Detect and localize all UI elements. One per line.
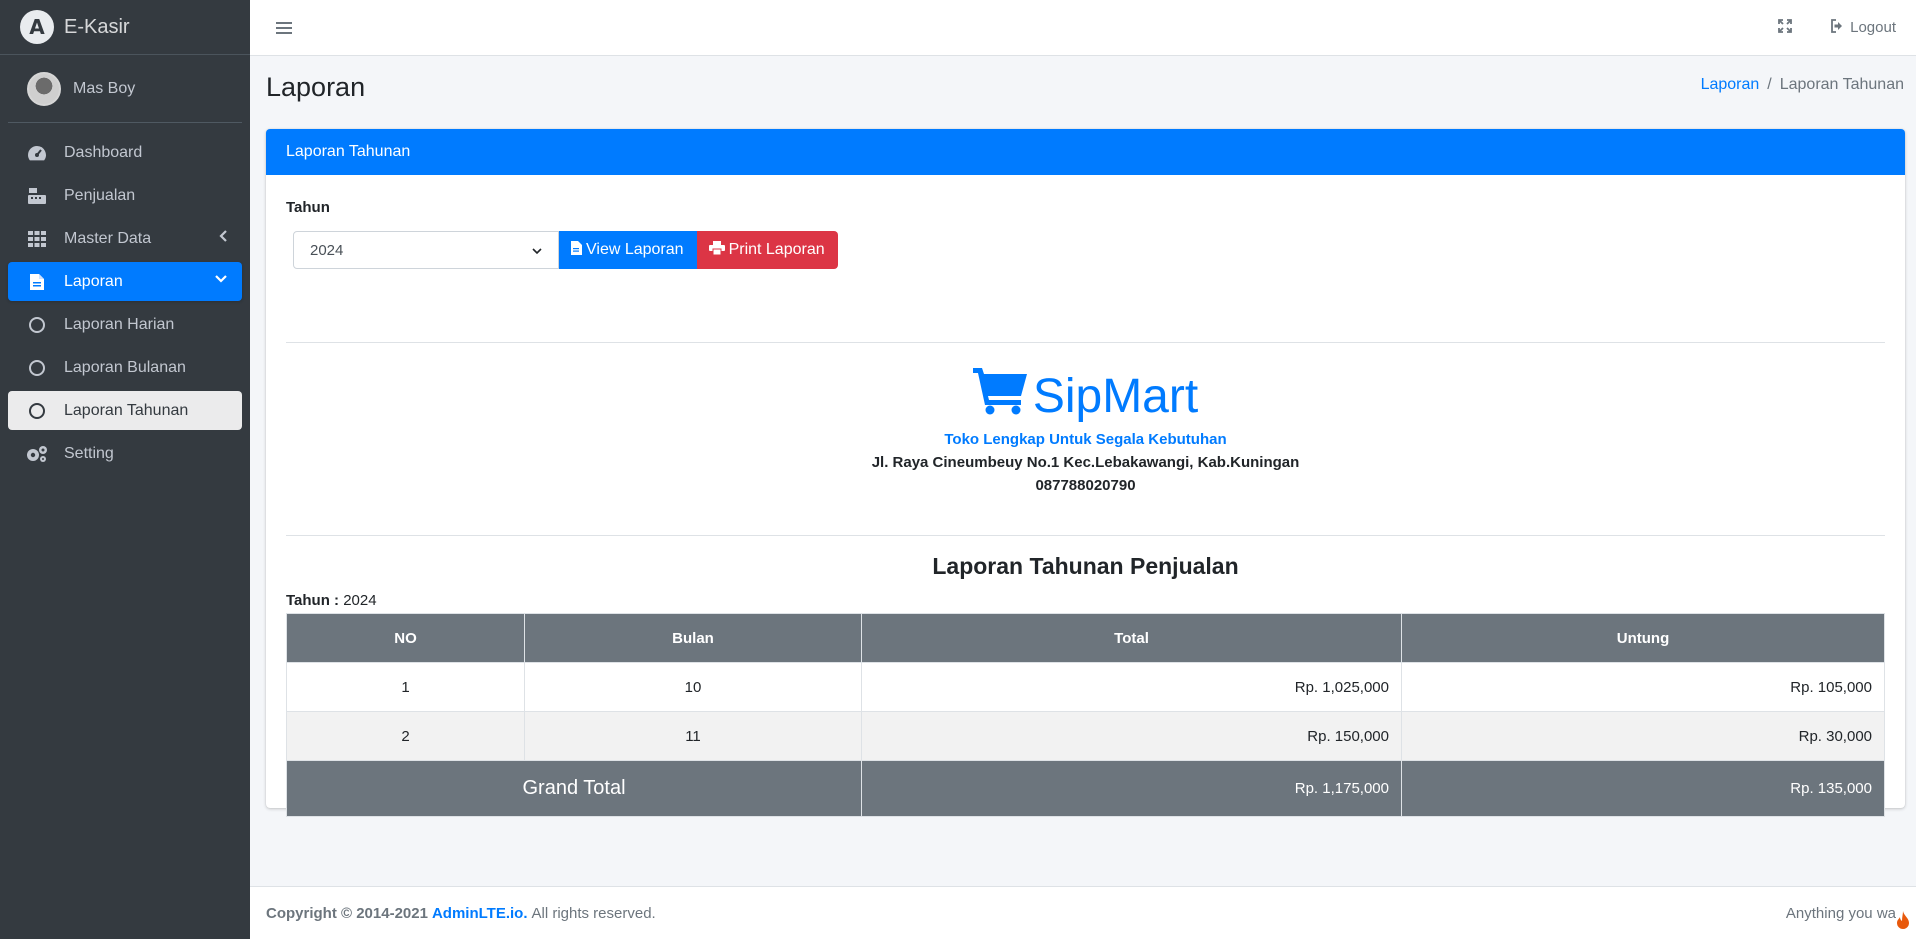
report-year-label: Tahun : [286, 592, 340, 609]
grand-total-label: Grand Total [286, 760, 862, 817]
divider [286, 342, 1885, 343]
sidebar-item-master-data[interactable]: Master Data [8, 219, 242, 258]
year-select[interactable]: 2024 [293, 231, 559, 269]
copyright-text: Copyright © 2014-2021 [266, 904, 428, 922]
brand-logo-icon: A [20, 10, 54, 44]
shopping-cart-icon [972, 365, 1029, 427]
logout-button[interactable]: Logout [1830, 18, 1896, 37]
circle-icon [26, 401, 48, 421]
chevron-left-icon [218, 229, 228, 248]
table-row: 1 10 Rp. 1,025,000 Rp. 105,000 [286, 662, 1885, 712]
printer-icon [708, 240, 725, 260]
grand-untung-value: Rp. 135,000 [1401, 760, 1885, 817]
chevron-down-icon [532, 242, 542, 259]
grand-total-value: Rp. 1,175,000 [861, 760, 1402, 817]
print-report-button[interactable]: Print Laporan [696, 231, 838, 269]
grid-icon [26, 229, 48, 249]
view-report-button[interactable]: View Laporan [559, 231, 697, 269]
fullscreen-icon[interactable] [1778, 18, 1793, 37]
brand-link[interactable]: A E-Kasir [0, 0, 250, 55]
cell-untung: Rp. 30,000 [1401, 711, 1885, 761]
breadcrumb: Laporan / Laporan Tahunan [1701, 76, 1904, 94]
year-label: Tahun [286, 199, 330, 216]
tachometer-icon [26, 143, 48, 163]
report-title: Laporan Tahunan Penjualan [932, 553, 1239, 579]
store-header: SipMart Toko Lengkap Untuk Segala Kebutu… [266, 365, 1905, 494]
gears-icon [26, 444, 48, 464]
sidebar-item-label: Laporan [64, 272, 123, 290]
view-report-label: View Laporan [586, 241, 684, 258]
column-header: Untung [1401, 613, 1885, 663]
user-name: Mas Boy [73, 79, 136, 97]
column-header: Bulan [524, 613, 862, 663]
cell-no: 1 [286, 662, 525, 712]
report-year-value: 2024 [343, 592, 377, 609]
file-icon [571, 240, 582, 260]
sign-out-icon [1830, 18, 1846, 37]
breadcrumb-separator: / [1767, 76, 1772, 93]
card-title: Laporan Tahunan [266, 129, 1905, 175]
year-select-value: 2024 [310, 241, 344, 259]
logout-label: Logout [1850, 19, 1896, 36]
adminlte-link[interactable]: AdminLTE.io. [432, 905, 528, 922]
sidebar-item-penjualan[interactable]: Penjualan [8, 176, 242, 215]
file-icon [26, 272, 48, 292]
sidebar-item-label: Setting [64, 444, 114, 462]
sidebar-item-setting[interactable]: Setting [8, 434, 242, 473]
sidebar-nav: Dashboard Penjualan Master Data Laporan [0, 123, 250, 487]
avatar [27, 71, 61, 106]
breadcrumb-current: Laporan Tahunan [1779, 76, 1904, 93]
store-tagline: Toko Lengkap Untuk Segala Kebutuhan [944, 431, 1227, 448]
report-card: Laporan Tahunan Tahun 2024 View Laporan … [266, 129, 1905, 817]
sidebar-item-label: Laporan Bulanan [64, 358, 186, 376]
brand-text: E-Kasir [64, 15, 130, 38]
footer: Copyright © 2014-2021 AdminLTE.io. All r… [250, 886, 1916, 939]
top-navbar: Logout [250, 0, 1916, 56]
cell-total: Rp. 150,000 [861, 711, 1402, 761]
sidebar-item-laporan[interactable]: Laporan [8, 262, 242, 301]
store-phone: 087788020790 [1035, 477, 1136, 494]
rights-text: All rights reserved. [531, 904, 656, 922]
chevron-down-icon [214, 272, 228, 291]
sidebar-item-label: Dashboard [64, 143, 143, 161]
store-name: SipMart [1032, 369, 1199, 423]
column-header: Total [861, 613, 1402, 663]
page-title: Laporan [266, 72, 366, 102]
sidebar-item-laporan-bulanan[interactable]: Laporan Bulanan [8, 348, 242, 387]
sidebar-item-label: Penjualan [64, 186, 136, 204]
cash-register-icon [26, 186, 48, 206]
sidebar-item-dashboard[interactable]: Dashboard [8, 133, 242, 172]
circle-icon [26, 315, 48, 335]
sidebar-item-laporan-tahunan[interactable]: Laporan Tahunan [8, 391, 242, 430]
footer-right-text: Anything you wa [1785, 904, 1896, 922]
breadcrumb-link[interactable]: Laporan [1701, 76, 1760, 94]
store-address: Jl. Raya Cineumbeuy No.1 Kec.Lebakawangi… [871, 454, 1300, 471]
grand-total-row: Grand Total Rp. 1,175,000 Rp. 135,000 [286, 760, 1885, 817]
flame-icon [1896, 911, 1910, 933]
user-panel[interactable]: Mas Boy [8, 55, 242, 123]
sidebar: A E-Kasir Mas Boy Dashboard Penjualan Ma… [0, 0, 250, 939]
sidebar-item-label: Laporan Tahunan [64, 401, 189, 419]
sidebar-item-laporan-harian[interactable]: Laporan Harian [8, 305, 242, 344]
cell-total: Rp. 1,025,000 [861, 662, 1402, 712]
cell-untung: Rp. 105,000 [1401, 662, 1885, 712]
print-report-label: Print Laporan [728, 241, 825, 258]
circle-icon [26, 358, 48, 378]
table-row: 2 11 Rp. 150,000 Rp. 30,000 [286, 711, 1885, 761]
sidebar-item-label: Master Data [64, 229, 152, 247]
cell-bulan: 10 [524, 662, 862, 712]
report-year: Tahun : 2024 [286, 592, 377, 609]
menu-toggle-icon[interactable] [276, 19, 292, 37]
cell-no: 2 [286, 711, 525, 761]
column-header: NO [286, 613, 525, 663]
report-table: NO Bulan Total Untung 1 10 Rp. 1,025,000… [286, 613, 1885, 817]
cell-bulan: 11 [524, 711, 862, 761]
divider [286, 535, 1885, 536]
sidebar-item-label: Laporan Harian [64, 315, 175, 333]
